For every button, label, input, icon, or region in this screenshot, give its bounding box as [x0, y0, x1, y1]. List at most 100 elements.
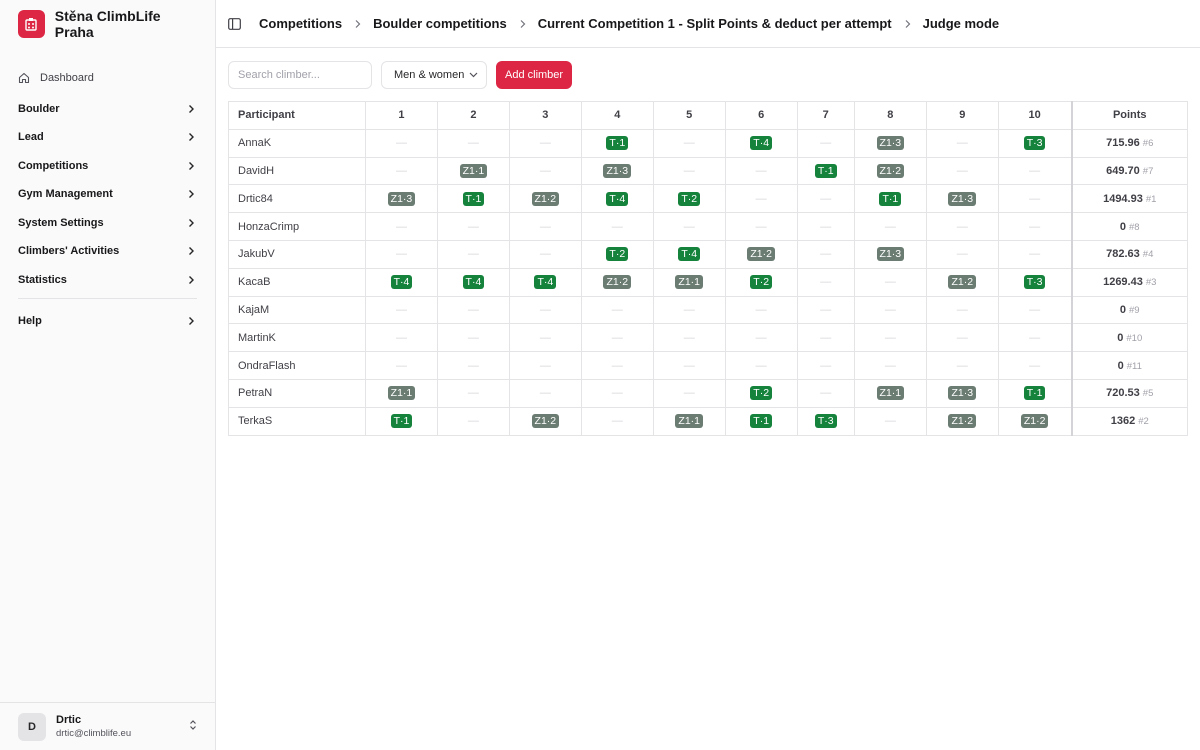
participant-name[interactable]: OndraFlash — [228, 351, 366, 380]
sidebar-item-help[interactable]: Help — [0, 307, 215, 336]
sidebar-item-climbers-activities[interactable]: Climbers' Activities — [0, 237, 215, 266]
result-cell[interactable]: — — [652, 378, 726, 408]
result-cell[interactable]: — — [796, 267, 855, 297]
result-cell[interactable]: — — [652, 323, 726, 353]
result-cell[interactable]: Z1·1 — [853, 378, 927, 408]
participant-name[interactable]: Drtic84 — [228, 184, 366, 214]
result-cell[interactable]: Z1·1 — [652, 267, 726, 297]
result-cell[interactable]: T·4 — [724, 128, 798, 158]
result-cell[interactable]: T·3 — [796, 406, 855, 436]
result-cell[interactable]: — — [796, 184, 855, 214]
result-cell[interactable]: Z1·3 — [853, 239, 927, 269]
result-cell[interactable]: — — [853, 351, 927, 380]
participant-name[interactable]: KajaM — [228, 295, 366, 325]
gender-filter-select[interactable]: Men & women — [381, 61, 487, 89]
result-cell[interactable]: — — [652, 156, 726, 186]
result-cell[interactable]: T·1 — [724, 406, 798, 436]
result-cell[interactable]: — — [652, 128, 726, 158]
result-cell[interactable]: — — [436, 351, 510, 380]
result-cell[interactable]: — — [997, 323, 1073, 353]
sidebar-item-competitions[interactable]: Competitions — [0, 152, 215, 181]
result-cell[interactable]: T·3 — [997, 128, 1073, 158]
result-cell[interactable]: — — [580, 406, 654, 436]
participant-name[interactable]: KacaB — [228, 267, 366, 297]
result-cell[interactable]: Z1·2 — [997, 406, 1073, 436]
result-cell[interactable]: — — [508, 295, 582, 325]
result-cell[interactable]: Z1·2 — [853, 156, 927, 186]
result-cell[interactable]: — — [997, 351, 1073, 380]
result-cell[interactable]: — — [925, 239, 999, 269]
result-cell[interactable]: — — [365, 295, 438, 325]
result-cell[interactable]: — — [796, 239, 855, 269]
result-cell[interactable]: — — [997, 239, 1073, 269]
result-cell[interactable]: — — [724, 184, 798, 214]
participant-name[interactable]: JakubV — [228, 239, 366, 269]
result-cell[interactable]: Z1·3 — [925, 378, 999, 408]
sidebar-toggle-icon[interactable] — [228, 17, 241, 30]
result-cell[interactable]: — — [652, 351, 726, 380]
result-cell[interactable]: T·4 — [580, 184, 654, 214]
result-cell[interactable]: — — [365, 351, 438, 380]
result-cell[interactable]: — — [436, 323, 510, 353]
result-cell[interactable]: — — [508, 323, 582, 353]
result-cell[interactable]: — — [925, 212, 999, 241]
participant-name[interactable]: PetraN — [228, 378, 366, 408]
sidebar-item-system-settings[interactable]: System Settings — [0, 209, 215, 238]
result-cell[interactable]: — — [365, 212, 438, 241]
result-cell[interactable]: Z1·3 — [925, 184, 999, 214]
result-cell[interactable]: T·1 — [365, 406, 438, 436]
result-cell[interactable]: — — [580, 295, 654, 325]
result-cell[interactable]: T·1 — [436, 184, 510, 214]
result-cell[interactable]: — — [724, 212, 798, 241]
result-cell[interactable]: — — [925, 295, 999, 325]
result-cell[interactable]: — — [796, 212, 855, 241]
result-cell[interactable]: Z1·3 — [365, 184, 438, 214]
result-cell[interactable]: Z1·3 — [580, 156, 654, 186]
result-cell[interactable]: — — [436, 212, 510, 241]
result-cell[interactable]: — — [436, 378, 510, 408]
result-cell[interactable]: Z1·1 — [365, 378, 438, 408]
result-cell[interactable]: — — [853, 323, 927, 353]
result-cell[interactable]: — — [853, 295, 927, 325]
result-cell[interactable]: — — [796, 295, 855, 325]
result-cell[interactable]: T·4 — [652, 239, 726, 269]
breadcrumb-current-competition[interactable]: Current Competition 1 - Split Points & d… — [538, 16, 892, 31]
result-cell[interactable]: — — [796, 378, 855, 408]
result-cell[interactable]: — — [436, 295, 510, 325]
result-cell[interactable]: — — [580, 351, 654, 380]
result-cell[interactable]: Z1·2 — [925, 406, 999, 436]
result-cell[interactable]: — — [365, 323, 438, 353]
add-climber-button[interactable]: Add climber — [496, 61, 573, 89]
result-cell[interactable]: Z1·2 — [724, 239, 798, 269]
result-cell[interactable]: — — [796, 323, 855, 353]
breadcrumb-competitions[interactable]: Competitions — [259, 16, 342, 31]
result-cell[interactable]: — — [508, 239, 582, 269]
result-cell[interactable]: T·1 — [796, 156, 855, 186]
result-cell[interactable]: — — [508, 378, 582, 408]
result-cell[interactable]: — — [580, 323, 654, 353]
result-cell[interactable]: — — [508, 351, 582, 380]
result-cell[interactable]: T·4 — [508, 267, 582, 297]
sidebar-item-dashboard[interactable]: Dashboard — [0, 64, 215, 93]
breadcrumb-boulder-competitions[interactable]: Boulder competitions — [373, 16, 507, 31]
result-cell[interactable]: — — [365, 128, 438, 158]
result-cell[interactable]: — — [925, 351, 999, 380]
result-cell[interactable]: — — [508, 212, 582, 241]
participant-name[interactable]: HonzaCrimp — [228, 212, 366, 241]
result-cell[interactable]: T·4 — [365, 267, 438, 297]
result-cell[interactable]: Z1·1 — [436, 156, 510, 186]
result-cell[interactable]: — — [580, 378, 654, 408]
result-cell[interactable]: T·4 — [436, 267, 510, 297]
result-cell[interactable]: — — [853, 267, 927, 297]
result-cell[interactable]: Z1·3 — [853, 128, 927, 158]
participant-name[interactable]: MartinK — [228, 323, 366, 353]
result-cell[interactable]: — — [796, 128, 855, 158]
result-cell[interactable]: T·2 — [580, 239, 654, 269]
result-cell[interactable]: Z1·1 — [652, 406, 726, 436]
result-cell[interactable]: T·2 — [724, 378, 798, 408]
result-cell[interactable]: Z1·2 — [925, 267, 999, 297]
result-cell[interactable]: — — [997, 212, 1073, 241]
result-cell[interactable]: — — [853, 212, 927, 241]
result-cell[interactable]: — — [724, 295, 798, 325]
sidebar-item-statistics[interactable]: Statistics — [0, 266, 215, 295]
